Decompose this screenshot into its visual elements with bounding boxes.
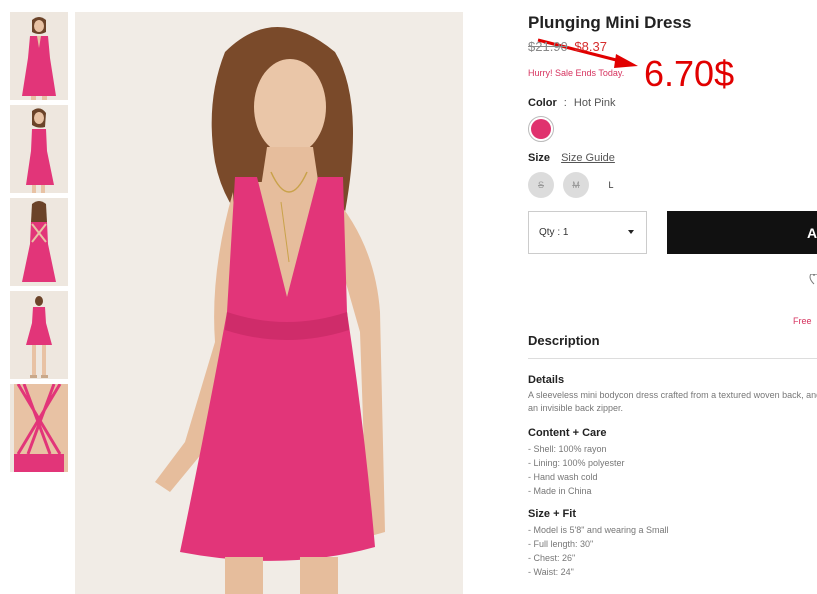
free-shipping-note: Free [793,316,812,326]
color-swatch-hot-pink[interactable] [528,116,554,142]
size-row: Size Size Guide [528,152,817,166]
size-label: Size [528,152,551,164]
color-separator: : [563,97,567,109]
color-label: Color [528,97,557,109]
thumbnail-front-icon [10,12,68,100]
thumbnail-list [10,12,68,477]
product-info: Plunging Mini Dress $21.90 $8.37 Hurry! … [528,12,817,255]
details-section: Details A sleeveless mini bodycon dress … [528,374,817,415]
thumbnail-back-icon [10,198,68,286]
content-line: - Lining: 100% polyester [528,458,625,468]
size-guide-link[interactable]: Size Guide [561,152,615,164]
size-fit-section: Size + Fit - Model is 5'8" and wearing a… [528,508,817,579]
details-text: A sleeveless mini bodycon dress crafted … [528,390,817,413]
fit-line: - Full length: 30" [528,539,594,549]
thumbnail-full[interactable] [10,291,68,379]
color-row: Color : Hot Pink [528,97,817,111]
quantity-label: Qty : 1 [539,227,569,238]
thumbnail-side-icon [10,105,68,193]
caret-down-icon [628,230,634,234]
main-product-image[interactable] [75,12,463,594]
size-option-l[interactable]: L [598,172,624,198]
thumbnail-full-icon [10,291,68,379]
add-to-bag-label: A [807,224,817,241]
description-divider [528,358,817,359]
color-value: Hot Pink [573,97,616,109]
fit-line: - Waist: 24" [528,567,574,577]
fit-line: - Chest: 26" [528,553,576,563]
thumbnail-back[interactable] [10,198,68,286]
sale-notice: Hurry! Sale Ends Today. [528,68,625,78]
description-heading: Description [528,333,600,348]
price-row: $21.90 $8.37 [528,39,817,59]
details-title: Details [528,374,565,386]
original-price: $21.90 [528,39,568,54]
size-options: S M L [528,171,817,199]
quantity-select[interactable]: Qty : 1 [528,211,647,254]
size-option-m[interactable]: M [563,172,589,198]
content-line: - Made in China [528,486,592,496]
swatch-fill [531,119,551,139]
thumbnail-side[interactable] [10,105,68,193]
thumbnail-back-detail-icon [10,384,68,472]
thumbnail-back-detail[interactable] [10,384,68,472]
model-photo [75,12,463,594]
content-line: - Shell: 100% rayon [528,444,607,454]
heart-icon[interactable] [809,274,817,286]
add-to-bag-button[interactable]: A [667,211,817,254]
fit-line: - Model is 5'8" and wearing a Small [528,525,669,535]
product-title: Plunging Mini Dress [528,13,692,32]
size-option-s[interactable]: S [528,172,554,198]
cart-row: Qty : 1 A [528,211,817,255]
content-care-section: Content + Care - Shell: 100% rayon - Lin… [528,427,817,498]
content-care-title: Content + Care [528,427,607,439]
size-fit-title: Size + Fit [528,508,576,520]
sale-price: $8.37 [574,39,607,54]
content-line: - Hand wash cold [528,472,598,482]
thumbnail-front[interactable] [10,12,68,100]
